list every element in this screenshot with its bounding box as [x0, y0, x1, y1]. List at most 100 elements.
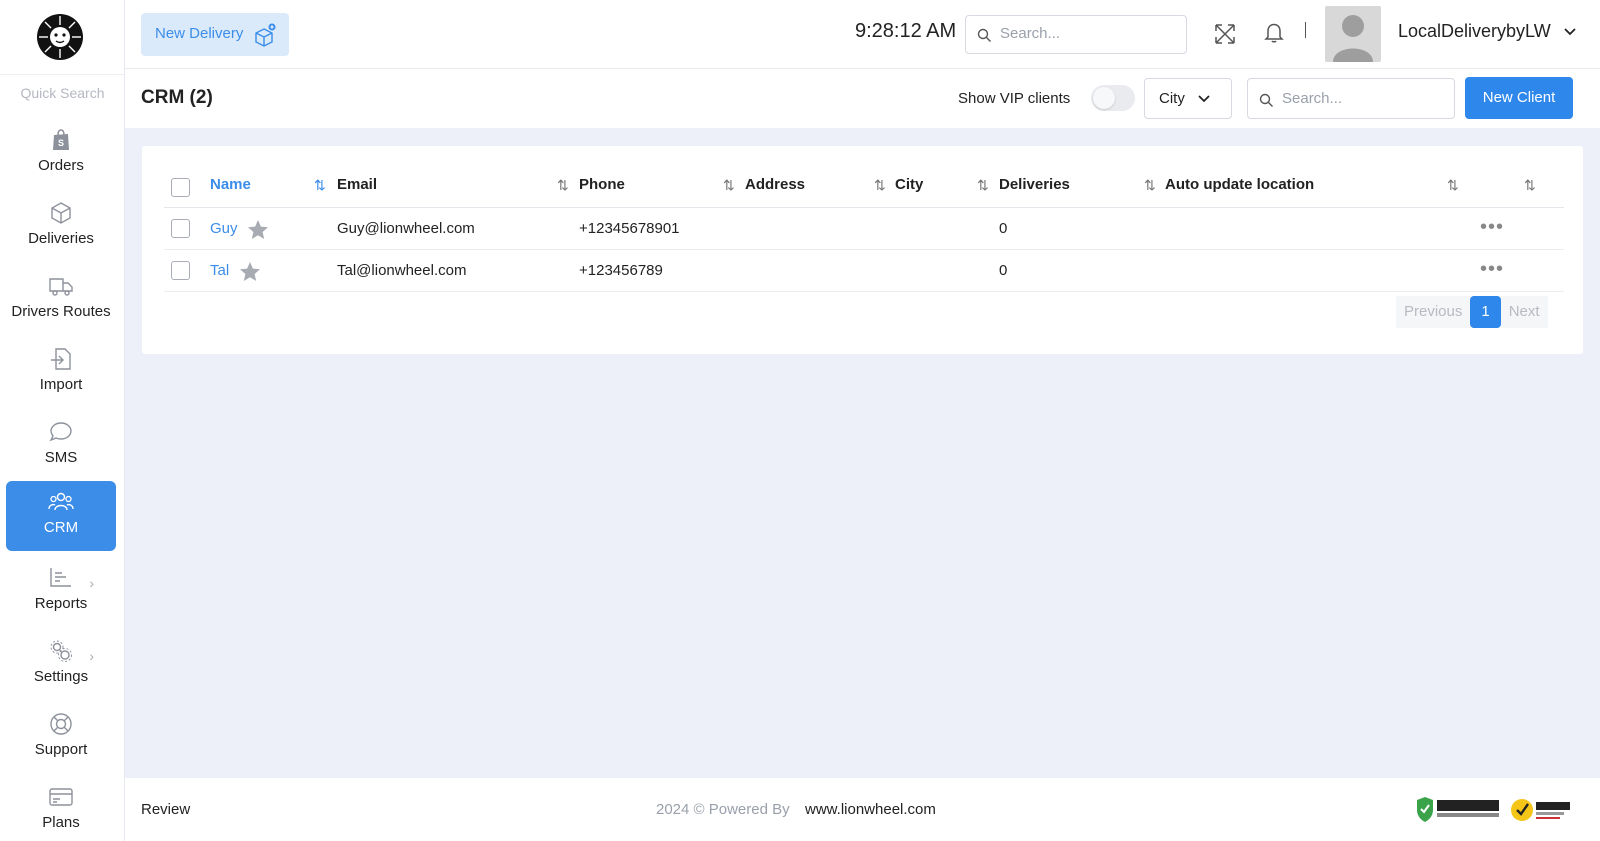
- chevron-right-icon: ›: [89, 575, 94, 591]
- client-deliveries: 0: [999, 262, 1008, 279]
- sidebar-item-reports[interactable]: Reports ›: [6, 557, 116, 627]
- top-header: New Delivery 9:28:12 AM Search... LocalD…: [125, 0, 1600, 69]
- powered-by-link[interactable]: www.lionwheel.com: [805, 801, 936, 818]
- page-toolbar: CRM (2) Show VIP clients City Search... …: [125, 69, 1600, 128]
- search-placeholder: Search...: [1000, 25, 1061, 42]
- city-select-value: City: [1159, 90, 1185, 107]
- sidebar-item-sms[interactable]: SMS: [6, 411, 116, 481]
- client-email: Guy@lionwheel.com: [337, 220, 475, 237]
- city-select[interactable]: City: [1144, 78, 1232, 119]
- sort-icon[interactable]: ⇅: [1447, 177, 1459, 194]
- column-header-email[interactable]: Email: [337, 176, 377, 193]
- truck-icon: [49, 278, 73, 296]
- sidebar-item-label: Support: [34, 741, 88, 758]
- client-phone: +123456789: [579, 262, 663, 279]
- client-search-input[interactable]: Search...: [1247, 78, 1455, 119]
- column-header-city[interactable]: City: [895, 176, 923, 193]
- sort-icon[interactable]: ⇅: [1524, 177, 1536, 194]
- sort-icon[interactable]: ⇅: [557, 177, 569, 194]
- sidebar-item-label: SMS: [44, 449, 78, 466]
- client-deliveries: 0: [999, 220, 1008, 237]
- search-icon: [1259, 93, 1273, 107]
- chart-icon: [50, 568, 71, 587]
- column-header-address[interactable]: Address: [745, 176, 805, 193]
- clock: 9:28:12 AM: [855, 20, 957, 42]
- sidebar-item-support[interactable]: Support: [6, 703, 116, 773]
- search-icon: [977, 28, 991, 42]
- column-header-auto-update-location[interactable]: Auto update location: [1165, 176, 1314, 193]
- table-row[interactable]: Tal Tal@lionwheel.com +123456789 0 •••: [164, 250, 1564, 292]
- avatar[interactable]: [1325, 6, 1381, 62]
- sidebar-item-drivers-routes[interactable]: Drivers Routes: [6, 265, 116, 335]
- lifebuoy-icon: [50, 713, 72, 735]
- client-email: Tal@lionwheel.com: [337, 262, 467, 279]
- crm-table-card: Name ⇅ Email ⇅ Phone ⇅ Address ⇅ City ⇅ …: [142, 146, 1583, 354]
- powered-by-text: 2024 © Powered By: [656, 801, 790, 818]
- toggle-knob: [1093, 87, 1115, 109]
- sort-icon[interactable]: ⇅: [1144, 177, 1156, 194]
- vip-label: Show VIP clients: [958, 90, 1071, 107]
- pagination: Previous 1 Next: [1396, 296, 1548, 328]
- bell-icon[interactable]: [1262, 20, 1286, 44]
- star-icon[interactable]: [246, 218, 270, 242]
- client-name-link[interactable]: Tal: [210, 262, 229, 279]
- sidebar-item-label: Orders: [38, 157, 84, 174]
- fullscreen-icon[interactable]: [1213, 22, 1237, 46]
- header-divider: [1305, 22, 1306, 38]
- row-checkbox[interactable]: [171, 219, 190, 238]
- page-title: CRM (2): [141, 87, 213, 108]
- new-delivery-button[interactable]: New Delivery: [141, 13, 289, 56]
- sidebar-item-import[interactable]: Import: [6, 338, 116, 408]
- row-checkbox[interactable]: [171, 261, 190, 280]
- sidebar: Quick Search S Orders Deliveries Drivers…: [0, 0, 125, 841]
- sidebar-item-label: Reports: [34, 595, 88, 612]
- column-header-deliveries[interactable]: Deliveries: [999, 176, 1070, 193]
- global-search-input[interactable]: Search...: [965, 15, 1187, 54]
- sort-icon[interactable]: ⇅: [723, 177, 735, 194]
- sort-icon[interactable]: ⇅: [977, 177, 989, 194]
- sidebar-item-label: CRM: [43, 519, 79, 536]
- chat-bubble-icon: [49, 422, 72, 442]
- quick-search[interactable]: Quick Search: [0, 74, 125, 101]
- table-row[interactable]: Guy Guy@lionwheel.com +12345678901 0 •••: [164, 208, 1564, 250]
- shopify-bag-icon: S: [53, 129, 69, 150]
- sort-icon[interactable]: ⇅: [874, 177, 886, 194]
- import-icon: [51, 348, 71, 370]
- sidebar-item-settings[interactable]: Settings ›: [6, 630, 116, 700]
- pagination-page-current[interactable]: 1: [1470, 296, 1501, 328]
- chevron-down-icon[interactable]: [1563, 27, 1577, 37]
- new-client-button[interactable]: New Client: [1465, 77, 1573, 119]
- lion-logo-icon[interactable]: [36, 13, 84, 61]
- column-header-name[interactable]: Name: [210, 176, 251, 193]
- secure-ssl-badge-icon: [1417, 797, 1499, 822]
- row-actions-icon[interactable]: •••: [1480, 258, 1504, 281]
- pagination-previous[interactable]: Previous: [1396, 296, 1471, 328]
- sidebar-item-label: Drivers Routes: [11, 303, 111, 320]
- column-header-phone[interactable]: Phone: [579, 176, 625, 193]
- sidebar-item-label: Plans: [42, 814, 80, 831]
- sidebar-item-plans[interactable]: Plans: [6, 776, 116, 841]
- sidebar-item-label: Deliveries: [28, 230, 94, 247]
- norton-secured-badge-icon: [1511, 799, 1570, 821]
- sidebar-item-orders[interactable]: S Orders: [6, 119, 116, 189]
- sidebar-item-crm[interactable]: CRM: [6, 481, 116, 551]
- svg-text:S: S: [58, 138, 64, 148]
- vip-toggle[interactable]: [1091, 85, 1135, 111]
- chevron-right-icon: ›: [89, 648, 94, 664]
- search-placeholder: Search...: [1282, 90, 1343, 107]
- review-link[interactable]: Review: [141, 801, 190, 818]
- select-all-checkbox[interactable]: [171, 178, 190, 197]
- client-name-link[interactable]: Guy: [210, 220, 238, 237]
- box-icon: [51, 202, 71, 224]
- sort-icon[interactable]: ⇅: [314, 177, 326, 194]
- star-icon[interactable]: [238, 260, 262, 284]
- sidebar-item-deliveries[interactable]: Deliveries: [6, 192, 116, 262]
- table-header: Name ⇅ Email ⇅ Phone ⇅ Address ⇅ City ⇅ …: [164, 176, 1564, 208]
- pagination-next[interactable]: Next: [1500, 296, 1548, 328]
- account-name[interactable]: LocalDeliverybyLW: [1398, 21, 1551, 42]
- gears-icon: [50, 640, 72, 662]
- card-icon: [49, 788, 73, 806]
- row-actions-icon[interactable]: •••: [1480, 216, 1504, 239]
- new-delivery-label: New Delivery: [155, 25, 244, 42]
- chevron-down-icon: [1198, 95, 1210, 103]
